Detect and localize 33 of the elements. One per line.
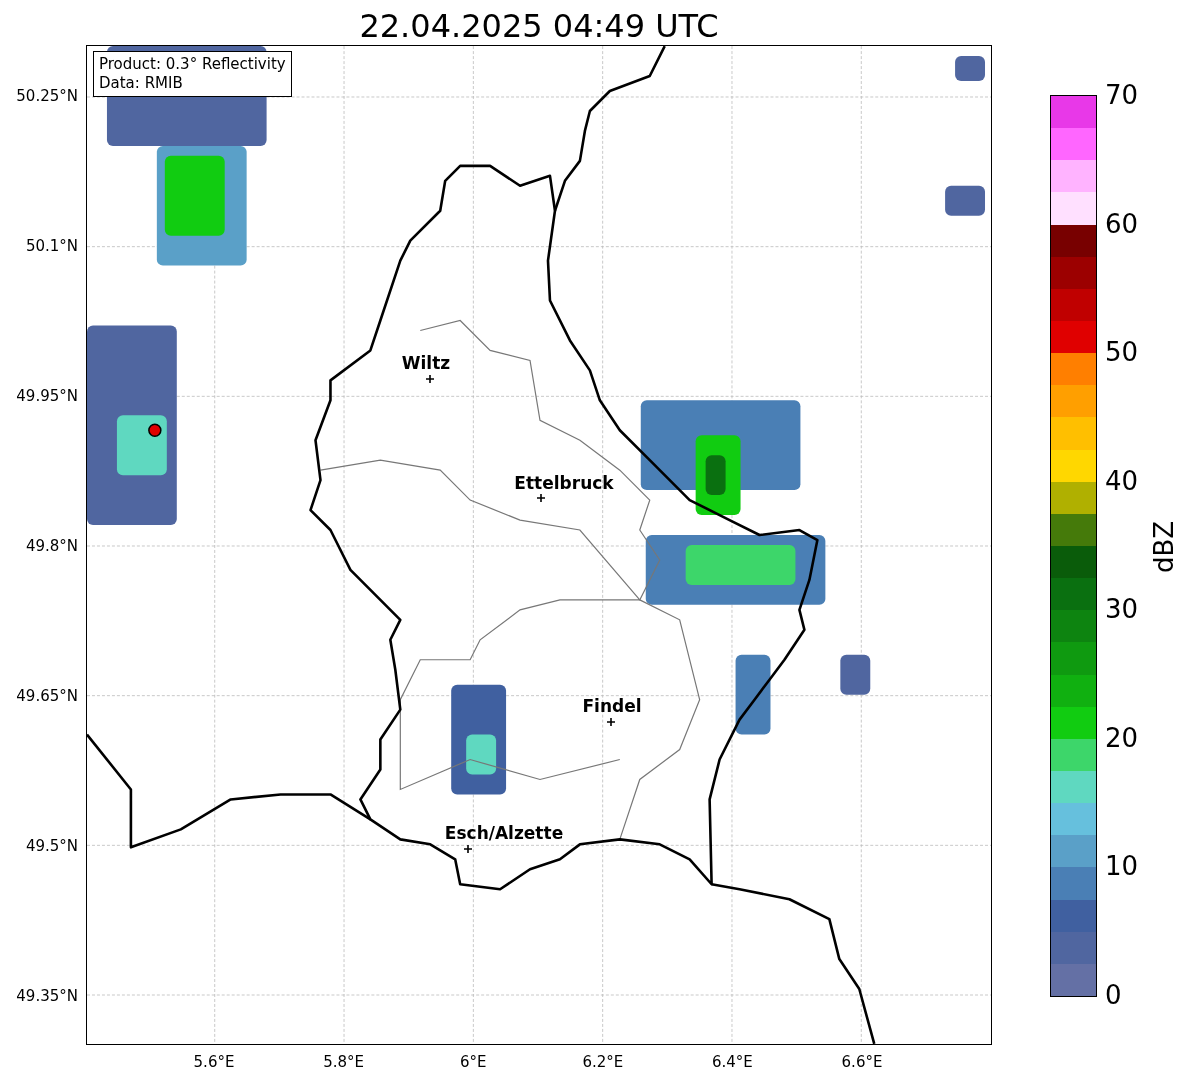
axis-tick-label: 49.95°N	[16, 387, 78, 405]
axis-tick-label: 50.25°N	[16, 87, 78, 105]
colorbar-tick-label: 20	[1105, 722, 1139, 753]
axis-tick-label: 6°E	[459, 1053, 487, 1071]
axis-tick-label: 6.2°E	[582, 1053, 624, 1071]
plus-icon	[607, 718, 615, 726]
axis-tick-label: 6.6°E	[841, 1053, 883, 1071]
colorbar-tick-label: 50	[1105, 337, 1139, 368]
axis-tick-label: 5.6°E	[193, 1053, 235, 1071]
axis-tick-label: 49.35°N	[16, 987, 78, 1005]
city-label: Wiltz	[401, 353, 451, 373]
axis-tick-label: 49.5°N	[25, 837, 78, 855]
city-label: Ettelbruck	[514, 473, 614, 493]
city-label: Esch/Alzette	[444, 823, 564, 843]
axis-tick-label: 6.4°E	[711, 1053, 753, 1071]
colorbar-label: dBZ	[1149, 520, 1179, 574]
info-text: Product: 0.3° Reflectivity	[99, 55, 286, 74]
chart-title: 22.04.2025 04:49 UTC	[358, 6, 720, 45]
colorbar-tick-label: 40	[1105, 465, 1139, 496]
axis-tick-label: 5.8°E	[323, 1053, 364, 1071]
axis-tick-label: 50.1°N	[25, 237, 78, 255]
axis-tick-label: 49.8°N	[25, 537, 78, 555]
plus-icon	[426, 375, 434, 383]
plus-icon	[537, 494, 545, 502]
colorbar-tick-label: 10	[1105, 851, 1139, 882]
plus-icon	[464, 845, 472, 853]
axis-tick-label: 49.65°N	[16, 687, 78, 705]
colorbar-tick-label: 30	[1105, 594, 1139, 625]
info-text: Data: RMIB	[99, 74, 184, 93]
colorbar-tick-label: 70	[1105, 80, 1139, 110]
city-label: Findel	[582, 696, 642, 716]
colorbar-tick-label: 60	[1105, 208, 1139, 239]
colorbar-tick-label: 0	[1105, 980, 1122, 1010]
